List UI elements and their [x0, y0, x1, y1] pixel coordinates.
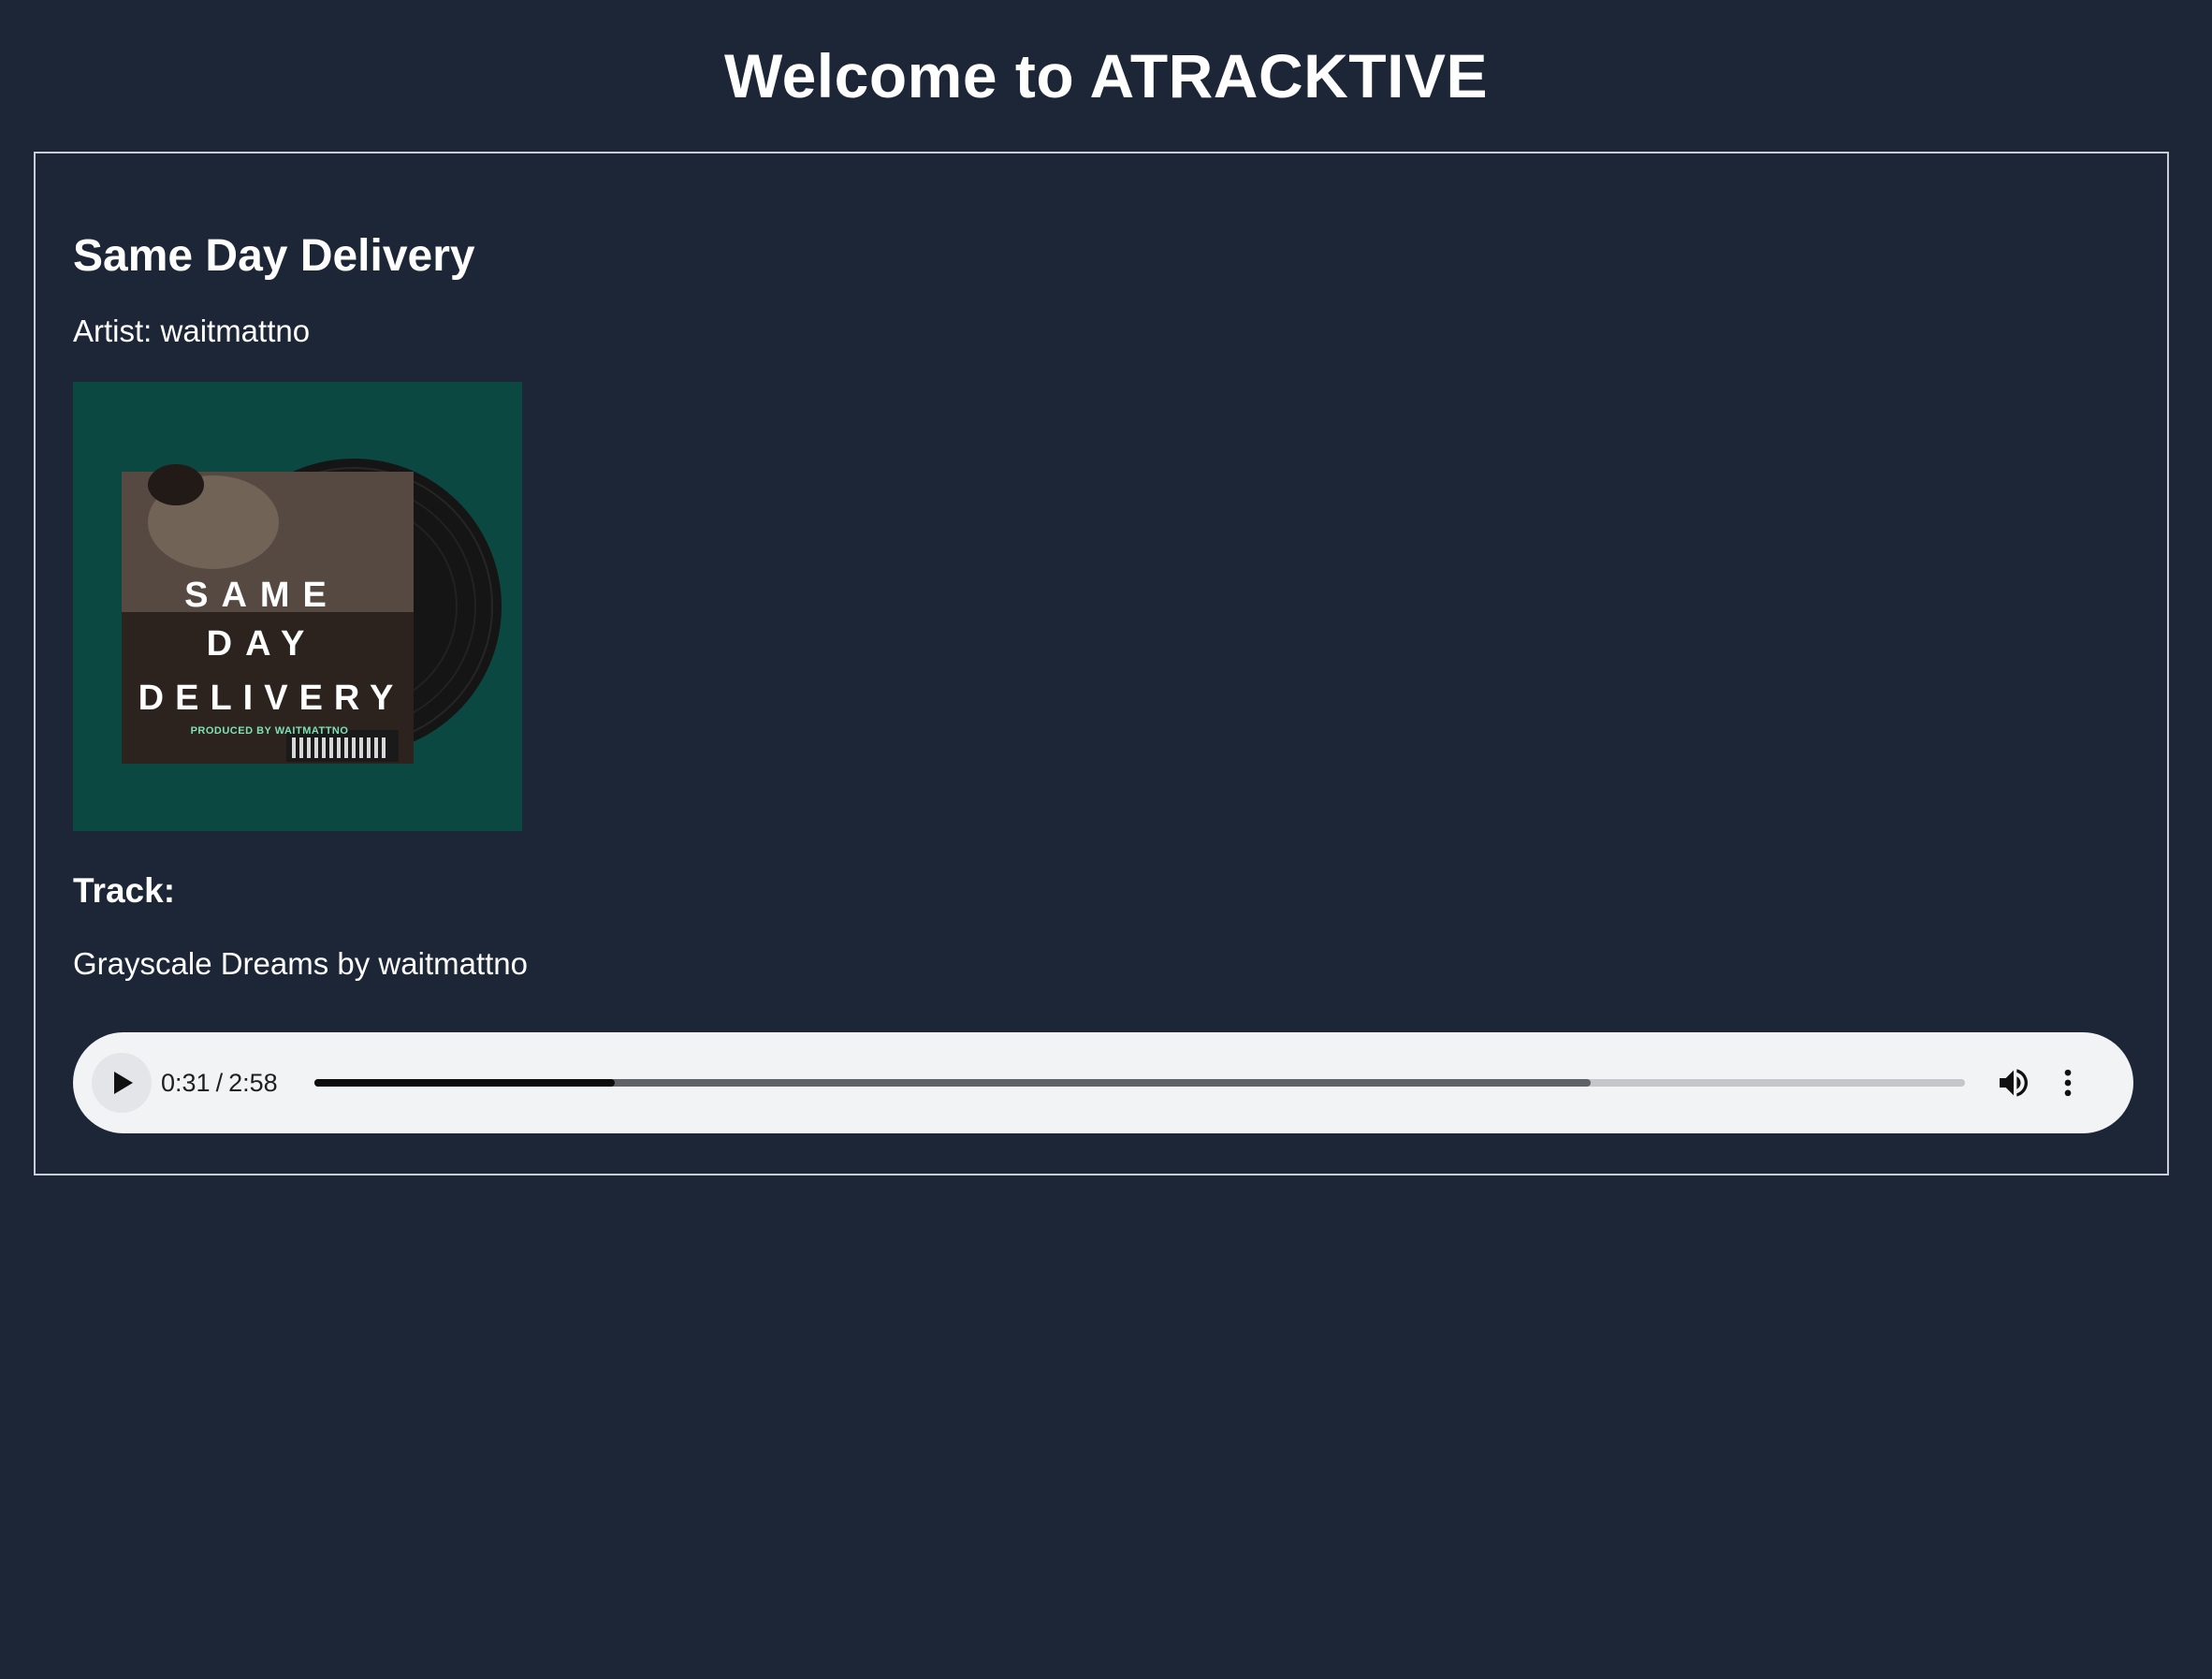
cover-credit: PRODUCED BY WAITMATTNO	[191, 725, 349, 737]
time-separator: /	[215, 1069, 224, 1097]
play-button[interactable]	[92, 1053, 152, 1113]
more-vert-icon	[2064, 1069, 2072, 1097]
cover-line-2: DAY	[207, 624, 318, 664]
audio-player: 0:31/2:58	[73, 1032, 2133, 1133]
volume-icon	[2000, 1069, 2028, 1097]
volume-button[interactable]	[1995, 1064, 2032, 1102]
page-title: Welcome to ATRACKTIVE	[723, 41, 1488, 110]
track-heading: Track:	[73, 871, 176, 910]
artist-label: Artist: waitmattno	[73, 314, 311, 348]
album-card: Same Day Delivery Artist: waitmattno SAM…	[34, 152, 2169, 1175]
played-progress	[314, 1079, 616, 1087]
cover-line-3: DELIVERY	[138, 679, 405, 718]
more-options-button[interactable]	[2049, 1064, 2087, 1102]
album-cover-image: SAME DAY DELIVERY PRODUCED BY WAITMATTNO	[73, 382, 522, 831]
play-icon	[114, 1072, 133, 1094]
duration: 2:58	[228, 1069, 278, 1097]
seek-bar[interactable]	[314, 1079, 1965, 1087]
cover-line-1: SAME	[184, 576, 340, 615]
time-display: 0:31/2:58	[161, 1066, 278, 1100]
current-time: 0:31	[161, 1069, 211, 1097]
album-title: Same Day Delivery	[73, 231, 475, 281]
track-name: Grayscale Dreams by waitmattno	[73, 946, 528, 981]
